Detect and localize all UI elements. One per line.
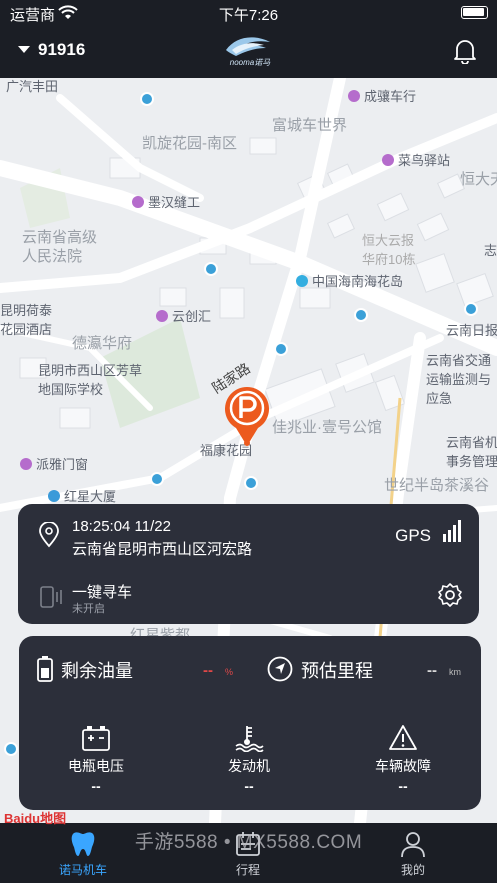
location-pin-icon — [38, 521, 60, 553]
poi-label: 中国海南海花岛 — [296, 271, 403, 290]
poi-label: 凯旋花园-南区 — [142, 135, 237, 152]
poi-label: 富城车世界 — [272, 117, 348, 134]
stat-label: 电瓶电压 — [68, 758, 124, 774]
stat-label: 发动机 — [228, 758, 270, 774]
poi-label: 云南省机事务管理 — [446, 435, 497, 469]
gear-icon[interactable] — [437, 582, 463, 613]
bus-stop-icon — [4, 742, 18, 756]
poi-label: 云南省交通运输监测与应急 — [426, 353, 492, 406]
stat-label: 车辆故障 — [375, 758, 431, 774]
bus-stop-icon — [140, 92, 154, 106]
poi-label: 恒大天 — [460, 171, 497, 188]
fuel-label: 剩余油量 — [61, 661, 133, 681]
poi-label: 广汽丰田 — [6, 79, 59, 94]
poi-label: 云南日报 — [446, 323, 497, 338]
status-bar: 运营商 下午7:26 — [0, 0, 497, 26]
poi-label: 德瀛华府 — [72, 335, 133, 352]
warning-icon — [343, 724, 463, 754]
coolant-temperature-icon — [189, 724, 309, 754]
car-battery-icon — [36, 724, 156, 754]
poi-label: 昆明荷泰花园酒店 — [0, 303, 53, 337]
fuel-value: -- — [203, 662, 213, 679]
stat-value: -- — [398, 778, 408, 794]
fuel-gauge-icon — [37, 656, 53, 687]
navigation-icon — [267, 656, 293, 687]
engine-stat[interactable]: 发动机 -- — [189, 724, 309, 794]
device-id: 91916 — [38, 40, 86, 59]
app-header: 运营商 下午7:26 91916 nooma诺马 — [0, 0, 497, 78]
status-time: 下午7:26 — [218, 7, 279, 24]
caret-down-icon — [18, 46, 30, 53]
tab-label: 诺马机车 — [58, 863, 107, 877]
poi-label: 墨汉缝工 — [132, 192, 200, 211]
poi-label: 佳兆业·壹号公馆 — [272, 419, 382, 436]
stat-value: -- — [91, 778, 101, 794]
watermark: 手游5588 • MX5588.COM — [134, 832, 363, 853]
location-address: 云南省昆明市西山区河宏路 — [72, 541, 253, 558]
bus-stop-icon — [464, 302, 478, 316]
poi-label: 红星大厦 — [48, 486, 116, 505]
bus-stop-icon — [274, 342, 288, 356]
battery-voltage-stat[interactable]: 电瓶电压 -- — [36, 724, 156, 794]
poi-label: 云南省高级人民法院 — [22, 229, 98, 265]
parking-pin-icon[interactable] — [222, 384, 272, 453]
device-selector[interactable]: 91916 — [18, 40, 85, 60]
bus-stop-icon — [354, 308, 368, 322]
stat-value: -- — [244, 778, 254, 794]
poi-label: 恒大云报华府10栋 — [362, 233, 416, 267]
signal-strength-icon — [443, 520, 463, 547]
phone-vibrate-icon — [38, 584, 64, 615]
vehicle-fault-stat[interactable]: 车辆故障 -- — [343, 724, 463, 794]
range-label: 预估里程 — [301, 661, 373, 681]
bus-stop-icon — [244, 476, 258, 490]
logo-text: nooma诺马 — [229, 58, 271, 67]
poi-label: 云创汇 — [156, 306, 211, 325]
fuel-unit: % — [225, 667, 234, 677]
baidu-attribution: Baidu地图 — [4, 811, 67, 826]
range-unit: km — [449, 667, 461, 677]
battery-icon — [461, 6, 488, 19]
find-car-label[interactable]: 一键寻车 — [72, 581, 132, 602]
bell-icon[interactable] — [453, 38, 477, 69]
bus-stop-icon — [204, 262, 218, 276]
poi-label: 派雅门窗 — [20, 454, 88, 473]
poi-label: 志 — [484, 243, 497, 258]
vehicle-status-card: 剩余油量 -- % 预估里程 -- km 电瓶电压 -- 发动机 -- 车辆故障… — [19, 636, 481, 810]
tab-label: 我的 — [400, 863, 425, 877]
poi-label: 菜鸟驿站 — [382, 150, 450, 169]
poi-label: 成骧车行 — [348, 86, 416, 105]
tab-label: 行程 — [235, 863, 260, 877]
poi-label: 昆明市西山区芳草地国际学校 — [38, 363, 143, 397]
location-card: 18:25:04 11/22 云南省昆明市西山区河宏路 GPS 一键寻车 未开启 — [18, 504, 479, 624]
bus-stop-icon — [150, 472, 164, 486]
poi-label: 世纪半岛茶溪谷 — [384, 477, 490, 494]
location-timestamp: 18:25:04 11/22 — [72, 518, 171, 535]
gps-label: GPS — [395, 526, 431, 545]
find-car-status: 未开启 — [72, 603, 105, 615]
range-value: -- — [427, 662, 437, 679]
